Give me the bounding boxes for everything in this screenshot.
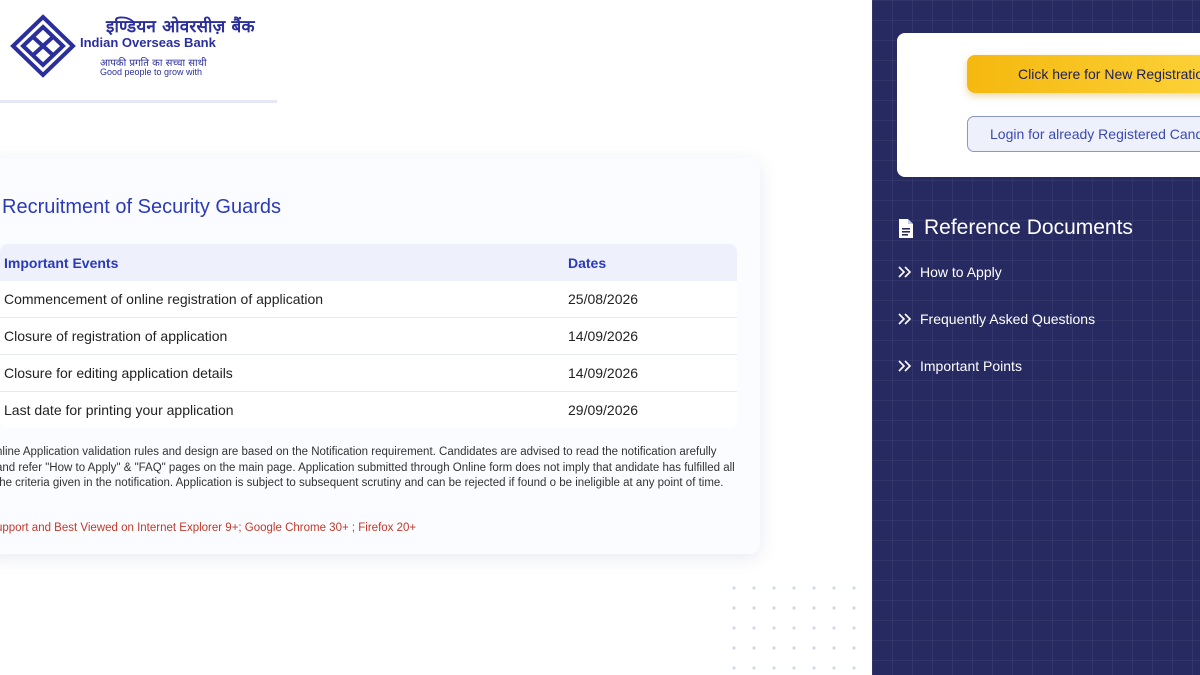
- decorative-dot: [752, 606, 756, 610]
- application-notice: nline Application validation rules and d…: [0, 446, 735, 489]
- double-chevron-right-icon: [898, 360, 912, 372]
- decorative-dot: [832, 586, 836, 590]
- decorative-dot: [832, 606, 836, 610]
- browser-support-note: upport and Best Viewed on Internet Explo…: [0, 522, 417, 534]
- decorative-dot: [792, 626, 796, 630]
- registration-actions-card: Click here for New Registration Login fo…: [897, 33, 1200, 177]
- link-label: How to Apply: [920, 264, 1002, 280]
- decorative-dot: [852, 646, 856, 650]
- column-header-dates: Dates: [564, 244, 737, 281]
- login-registered-button[interactable]: Login for already Registered Candidates: [967, 116, 1200, 152]
- event-cell: Commencement of online registration of a…: [0, 281, 564, 318]
- decorative-dot: [852, 626, 856, 630]
- decorative-dot: [772, 666, 776, 670]
- reference-documents-heading: Reference Documents: [898, 216, 1133, 240]
- decorative-dot: [812, 626, 816, 630]
- decorative-dot: [752, 646, 756, 650]
- new-registration-button[interactable]: Click here for New Registration: [967, 55, 1200, 93]
- decorative-dot: [792, 646, 796, 650]
- document-icon: [899, 218, 913, 238]
- decorative-dot: [732, 606, 736, 610]
- decorative-dot: [852, 606, 856, 610]
- event-cell: Last date for printing your application: [4, 402, 234, 418]
- recruitment-card: Recruitment of Security Guards Important…: [0, 158, 760, 554]
- decorative-dot: [832, 646, 836, 650]
- decorative-dot: [752, 666, 756, 670]
- important-events-table: Important Events Dates Commencement of o…: [0, 244, 737, 428]
- decorative-dot: [772, 586, 776, 590]
- bank-name-hindi: इण्डियन ओवरसीज़ बैंक: [106, 17, 255, 37]
- table-row: Last date for printing your application …: [0, 392, 737, 429]
- column-header-events: Important Events: [0, 244, 564, 281]
- decorative-dot: [852, 586, 856, 590]
- bank-name-english: Indian Overseas Bank: [80, 35, 216, 50]
- reference-heading-label: Reference Documents: [924, 216, 1133, 239]
- decorative-dot: [732, 626, 736, 630]
- decorative-dot: [812, 646, 816, 650]
- link-how-to-apply[interactable]: How to Apply: [898, 264, 1002, 280]
- link-label: Important Points: [920, 358, 1022, 374]
- date-cell: 14/09/2026: [564, 354, 737, 392]
- table-row: Closure of registration of application 1…: [0, 317, 737, 355]
- link-important-points[interactable]: Important Points: [898, 358, 1022, 374]
- decorative-dot: [772, 626, 776, 630]
- table-row: Closure for editing application details …: [0, 354, 737, 392]
- double-chevron-right-icon: [898, 266, 912, 278]
- right-sidebar: Click here for New Registration Login fo…: [872, 0, 1200, 675]
- decorative-dot: [852, 666, 856, 670]
- link-label: Frequently Asked Questions: [920, 311, 1096, 327]
- table-header-row: Important Events Dates: [0, 244, 737, 281]
- decorative-dot: [732, 646, 736, 650]
- event-cell: Closure of registration of application: [0, 317, 564, 355]
- decorative-dot: [752, 586, 756, 590]
- decorative-dot: [792, 666, 796, 670]
- decorative-dot: [772, 646, 776, 650]
- decorative-dot: [832, 666, 836, 670]
- decorative-dot: [832, 626, 836, 630]
- double-chevron-right-icon: [898, 313, 912, 325]
- date-cell: 14/09/2026: [564, 317, 737, 355]
- date-cell: 25/08/2026: [564, 281, 737, 318]
- date-cell: 29/09/2026: [568, 402, 639, 418]
- decorative-dot: [752, 626, 756, 630]
- table-row: Commencement of online registration of a…: [0, 281, 737, 318]
- decorative-dot: [792, 606, 796, 610]
- bank-logo-icon: [10, 14, 76, 78]
- page-title: Recruitment of Security Guards: [2, 196, 281, 218]
- link-faq[interactable]: Frequently Asked Questions: [898, 311, 1095, 327]
- decorative-dot: [732, 586, 736, 590]
- decorative-dot: [812, 606, 816, 610]
- decorative-dot: [812, 666, 816, 670]
- decorative-dot: [772, 606, 776, 610]
- header-logo-area: इण्डियन ओवरसीज़ बैंक Indian Overseas Ban…: [0, 0, 277, 103]
- event-cell: Closure for editing application details: [0, 354, 564, 392]
- decorative-dot: [732, 666, 736, 670]
- tagline-english: Good people to grow with: [100, 67, 203, 77]
- decorative-dot: [812, 586, 816, 590]
- decorative-dot: [792, 586, 796, 590]
